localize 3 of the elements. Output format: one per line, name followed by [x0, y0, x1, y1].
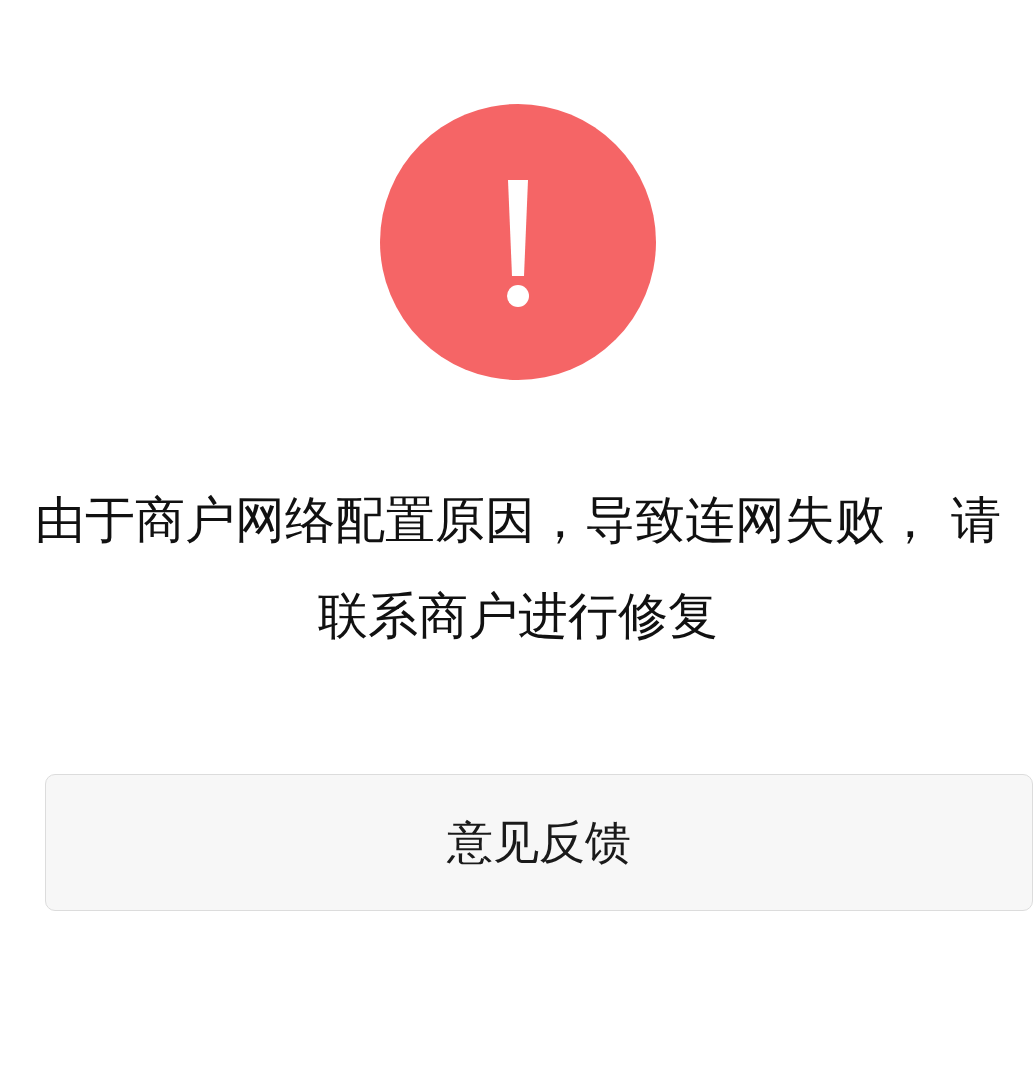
feedback-button[interactable]: 意见反馈: [45, 774, 1033, 911]
warning-icon: [380, 104, 656, 380]
error-message: 由于商户网络配置原因，导致连网失败， 请联系商户进行修复: [34, 490, 1002, 647]
